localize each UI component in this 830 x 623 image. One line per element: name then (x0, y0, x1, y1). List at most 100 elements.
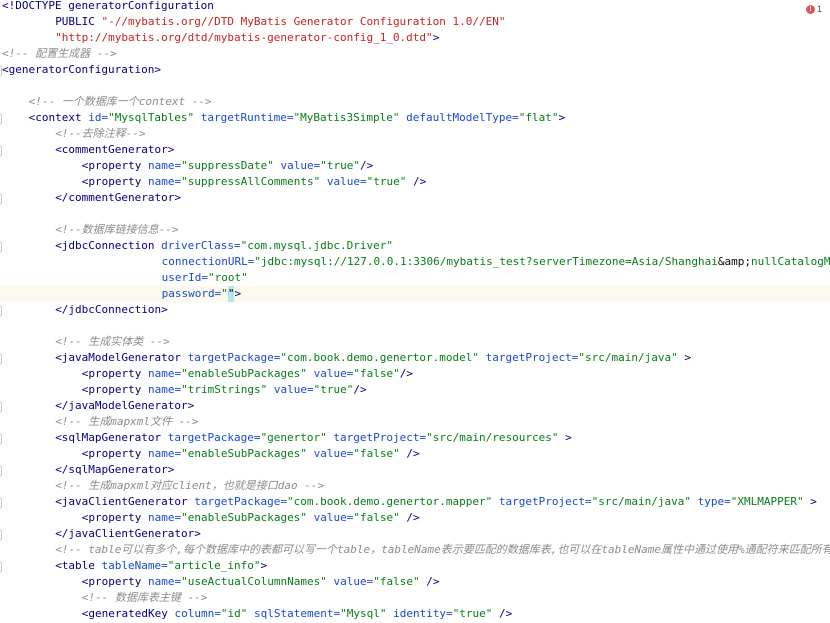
code-token: "com.book.demo.genertor.mapper" (286, 495, 499, 508)
code-text: <!-- table可以有多个,每个数据库中的表都可以写一个table，tabl… (55, 542, 830, 558)
code-token: "enableSubPackages" (181, 447, 314, 460)
fold-marker-icon[interactable] (0, 113, 2, 125)
code-line[interactable]: <!-- 数据库表主键 --> (0, 590, 830, 606)
code-token: id= (88, 111, 109, 124)
code-line[interactable]: <!--去除注释--> (0, 126, 830, 142)
code-line[interactable]: <!-- table可以有多个,每个数据库中的表都可以写一个table，tabl… (0, 542, 830, 558)
code-token: "article_info" (167, 559, 261, 572)
code-token: /> (406, 511, 420, 524)
fold-marker-icon[interactable] (0, 353, 2, 365)
code-line[interactable]: connectionURL="jdbc:mysql://127.0.0.1:33… (0, 254, 830, 270)
code-line[interactable]: <property name="trimStrings" value="true… (0, 382, 830, 398)
code-line[interactable]: </commentGenerator> (0, 190, 830, 206)
code-text: <table tableName="article_info"> (55, 558, 267, 574)
code-line[interactable]: <property name="enableSubPackages" value… (0, 446, 830, 462)
code-token: targetProject= (333, 431, 427, 444)
code-line[interactable]: <javaModelGenerator targetPackage="com.b… (0, 350, 830, 366)
code-token: column= (174, 607, 221, 620)
code-token: <!-- 一个数据库一个context --> (28, 95, 212, 108)
code-token: targetProject= (485, 351, 579, 364)
code-text: connectionURL="jdbc:mysql://127.0.0.1:33… (162, 254, 830, 270)
code-line[interactable]: <!-- 生成mapxml对应client，也就是接口dao --> (0, 478, 830, 494)
code-line[interactable]: </javaModelGenerator> (0, 398, 830, 414)
code-text: userId="root" (162, 270, 248, 286)
code-line[interactable]: <!--数据库链接信息--> (0, 222, 830, 238)
code-line[interactable]: <property name="suppressAllComments" val… (0, 174, 830, 190)
code-text: <jdbcConnection driverClass="com.mysql.j… (55, 238, 393, 254)
code-text: "http://mybatis.org/dtd/mybatis-generato… (55, 30, 439, 46)
code-token: value= (313, 511, 354, 524)
code-line[interactable]: <!-- 配置生成器 --> (0, 46, 830, 62)
code-line[interactable]: <jdbcConnection driverClass="com.mysql.j… (0, 238, 830, 254)
code-token: </javaClientGenerator> (55, 527, 201, 540)
fold-marker-icon[interactable] (0, 529, 2, 541)
code-text: password=""> (162, 286, 241, 302)
code-line[interactable]: <property name="suppressDate" value="tru… (0, 158, 830, 174)
code-token: "suppressAllComments" (181, 175, 327, 188)
fold-marker-icon[interactable] (0, 497, 2, 509)
code-token: <!-- 数据库表主键 --> (81, 591, 208, 604)
code-line[interactable]: <!-- 生成mapxml文件 --> (0, 414, 830, 430)
code-token: tableName= (101, 559, 168, 572)
problems-indicator[interactable]: ! 1 (805, 4, 822, 14)
code-token: <jdbcConnection (55, 239, 162, 252)
code-token: value= (313, 367, 354, 380)
code-line[interactable]: <property name="enableSubPackages" value… (0, 366, 830, 382)
code-token: "true" (452, 607, 500, 620)
code-line[interactable]: <generatorConfiguration> (0, 62, 830, 78)
code-line[interactable]: <context id="MysqlTables" targetRuntime=… (0, 110, 830, 126)
code-line[interactable]: <!-- 一个数据库一个context --> (0, 94, 830, 110)
code-text: <!DOCTYPE generatorConfiguration (2, 0, 214, 14)
code-token: <property (81, 383, 149, 396)
code-line[interactable]: PUBLIC "-//mybatis.org//DTD MyBatis Gene… (0, 14, 830, 30)
code-line[interactable] (0, 318, 830, 334)
code-line[interactable]: <generatedKey column="id" sqlStatement="… (0, 606, 830, 622)
fold-marker-icon[interactable] (0, 433, 2, 445)
code-text: <property name="suppressDate" value="tru… (82, 158, 373, 174)
code-line[interactable]: </jdbcConnection> (0, 302, 830, 318)
code-text: <!-- 配置生成器 --> (2, 46, 117, 62)
code-editor[interactable]: <!DOCTYPE generatorConfiguration PUBLIC "… (0, 0, 830, 623)
code-text: <property name="useActualColumnNames" va… (82, 574, 440, 590)
code-line[interactable]: <property name="useActualColumnNames" va… (0, 574, 830, 590)
code-token: "com.book.demo.genertor.model" (280, 351, 486, 364)
code-line[interactable]: <commentGenerator> (0, 142, 830, 158)
code-token: /> (426, 575, 440, 588)
code-token: /> (360, 159, 374, 172)
code-line[interactable]: "http://mybatis.org/dtd/mybatis-generato… (0, 30, 830, 46)
fold-marker-icon[interactable] (0, 401, 2, 413)
fold-marker-icon[interactable] (0, 241, 2, 253)
code-line[interactable]: userId="root" (0, 270, 830, 286)
code-token: <!-- 生成实体类 --> (55, 335, 170, 348)
code-token: name= (148, 383, 182, 396)
code-text: <javaClientGenerator targetPackage="com.… (55, 494, 817, 510)
code-token: value= (273, 383, 314, 396)
code-token: /> (353, 383, 367, 396)
fold-marker-icon[interactable] (0, 305, 2, 317)
code-line[interactable]: <javaClientGenerator targetPackage="com.… (0, 494, 830, 510)
fold-marker-icon[interactable] (0, 193, 2, 205)
code-line[interactable]: <!DOCTYPE generatorConfiguration (0, 0, 830, 14)
code-token: <!-- 生成mapxml文件 --> (55, 415, 199, 428)
fold-marker-icon[interactable] (0, 145, 2, 157)
code-line[interactable] (0, 78, 830, 94)
code-line[interactable]: <table tableName="article_info"> (0, 558, 830, 574)
problems-count: 1 (816, 4, 822, 14)
code-line[interactable]: <!-- 生成实体类 --> (0, 334, 830, 350)
code-token: "root" (207, 271, 248, 284)
code-line[interactable]: </sqlMapGenerator> (0, 462, 830, 478)
fold-marker-icon[interactable] (0, 561, 2, 573)
code-token: "MyBatis3Simple" (293, 111, 407, 124)
fold-marker-icon[interactable] (0, 465, 2, 477)
code-token: "Mysql" (340, 607, 394, 620)
code-token: "false" (373, 575, 427, 588)
code-text: </sqlMapGenerator> (55, 462, 174, 478)
code-line[interactable]: <sqlMapGenerator targetPackage="genertor… (0, 430, 830, 446)
code-line[interactable] (0, 206, 830, 222)
code-token: "src/main/java" (591, 495, 698, 508)
code-token: targetPackage= (167, 431, 261, 444)
code-line[interactable]: </javaClientGenerator> (0, 526, 830, 542)
code-line[interactable]: password=""> (0, 286, 830, 302)
code-line[interactable]: <property name="enableSubPackages" value… (0, 510, 830, 526)
code-token: "jdbc:mysql://127.0.0.1:3306/mybatis_tes… (254, 255, 718, 268)
